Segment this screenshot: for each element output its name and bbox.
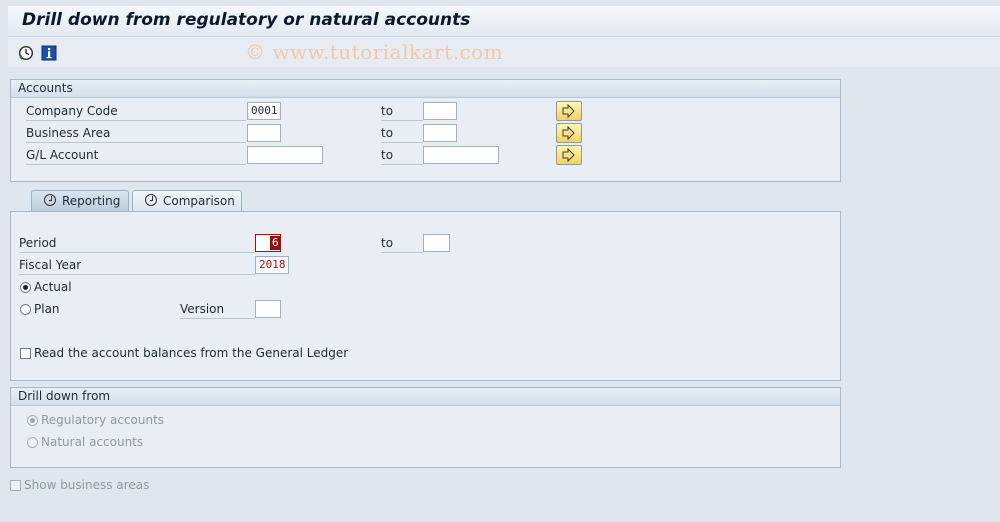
company-code-multiple-selection-button[interactable] — [556, 101, 582, 121]
company-code-to-label: to — [381, 102, 423, 121]
execute-icon[interactable] — [18, 45, 34, 61]
tab-comparison-label: Comparison — [163, 194, 235, 208]
title-bar: Drill down from regulatory or natural ac… — [8, 6, 1000, 37]
tab-comparison[interactable]: Comparison — [132, 190, 242, 212]
show-business-areas-checkbox — [10, 480, 21, 491]
fiscal-year-input[interactable]: 2018 — [255, 256, 289, 274]
reporting-tab-panel: Period 6 to Fiscal Year 2018 Actual Plan… — [10, 211, 841, 381]
company-code-from-input[interactable]: 0001 — [247, 102, 281, 120]
tab-reporting-label: Reporting — [62, 194, 121, 208]
arrow-right-icon — [562, 147, 575, 163]
actual-label: Actual — [34, 280, 72, 294]
accounts-group-header: Accounts — [11, 80, 840, 98]
company-code-to-input[interactable] — [423, 102, 457, 120]
arrow-right-icon — [562, 103, 575, 119]
version-input[interactable] — [255, 300, 281, 318]
period-label: Period — [19, 234, 255, 253]
business-area-to-label: to — [381, 124, 423, 143]
clock-icon — [44, 194, 56, 206]
page-title: Drill down from regulatory or natural ac… — [22, 10, 471, 30]
drill-down-group: Drill down from Regulatory accounts Natu… — [10, 387, 841, 468]
read-gl-balances-label: Read the account balances from the Gener… — [34, 346, 349, 360]
period-to-input[interactable] — [423, 234, 450, 252]
company-code-label: Company Code — [26, 102, 246, 121]
regulatory-accounts-radio — [27, 415, 38, 426]
gl-account-multiple-selection-button[interactable] — [556, 145, 582, 165]
application-toolbar — [8, 37, 1000, 67]
gl-account-to-input[interactable] — [423, 146, 499, 164]
business-area-multiple-selection-button[interactable] — [556, 123, 582, 143]
period-from-value: 6 — [270, 236, 281, 250]
read-gl-balances-checkbox[interactable] — [20, 348, 31, 359]
clock-icon — [145, 194, 157, 206]
info-icon[interactable] — [41, 45, 57, 61]
natural-accounts-label: Natural accounts — [41, 435, 144, 449]
tab-reporting[interactable]: Reporting — [31, 190, 129, 212]
drill-down-group-header: Drill down from — [11, 388, 840, 406]
business-area-from-input[interactable] — [247, 124, 281, 142]
fiscal-year-label: Fiscal Year — [19, 256, 255, 275]
period-to-label: to — [381, 234, 423, 253]
show-business-areas-label: Show business areas — [24, 478, 150, 492]
watermark-text: © www.tutorialkart.com — [245, 40, 504, 64]
gl-account-label: G/L Account — [26, 146, 246, 165]
accounts-group: Accounts Company Code 0001 to Business A… — [10, 79, 841, 182]
selection-screen: Accounts Company Code 0001 to Business A… — [8, 70, 1000, 522]
period-from-input[interactable]: 6 — [255, 234, 281, 252]
plan-radio[interactable] — [20, 304, 31, 315]
natural-accounts-radio — [27, 437, 38, 448]
regulatory-accounts-label: Regulatory accounts — [41, 413, 165, 427]
actual-radio[interactable] — [20, 282, 31, 293]
business-area-label: Business Area — [26, 124, 246, 143]
plan-label: Plan — [34, 302, 60, 316]
business-area-to-input[interactable] — [423, 124, 457, 142]
version-label: Version — [180, 300, 255, 319]
gl-account-from-input[interactable] — [247, 146, 323, 164]
gl-account-to-label: to — [381, 146, 423, 165]
arrow-right-icon — [562, 125, 575, 141]
